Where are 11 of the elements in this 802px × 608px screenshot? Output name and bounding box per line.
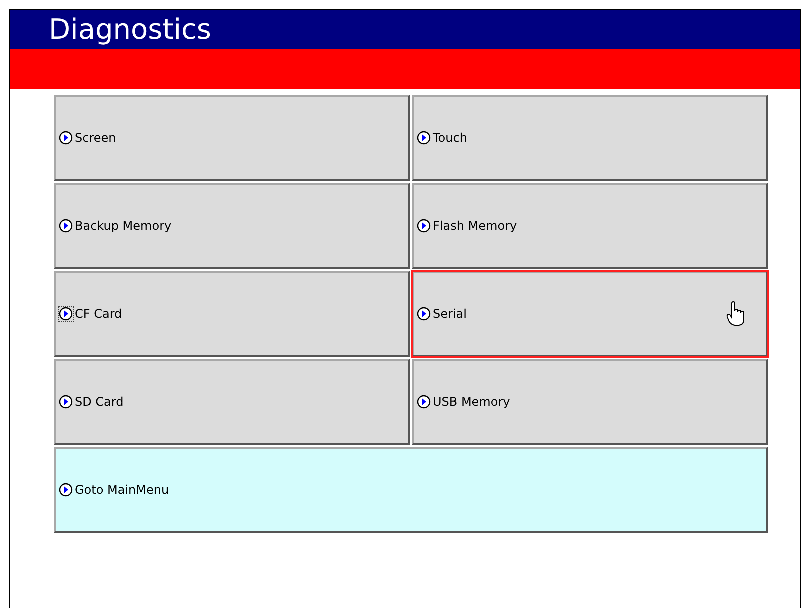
menu-button[interactable]: USB Memory xyxy=(412,359,768,445)
screen-title: Diagnostics xyxy=(49,16,212,44)
menu-button[interactable]: Goto MainMenu xyxy=(54,447,768,533)
menu-button[interactable]: Serial xyxy=(412,271,768,357)
menu-button[interactable]: Backup Memory xyxy=(54,183,410,269)
menu-button[interactable]: CF Card xyxy=(54,271,410,357)
menu-button[interactable]: SD Card xyxy=(54,359,410,445)
menu-button[interactable]: Touch xyxy=(412,95,768,181)
menu-button[interactable]: Flash Memory xyxy=(412,183,768,269)
menu-button[interactable]: Screen xyxy=(54,95,410,181)
hand-cursor-icon xyxy=(726,301,746,327)
